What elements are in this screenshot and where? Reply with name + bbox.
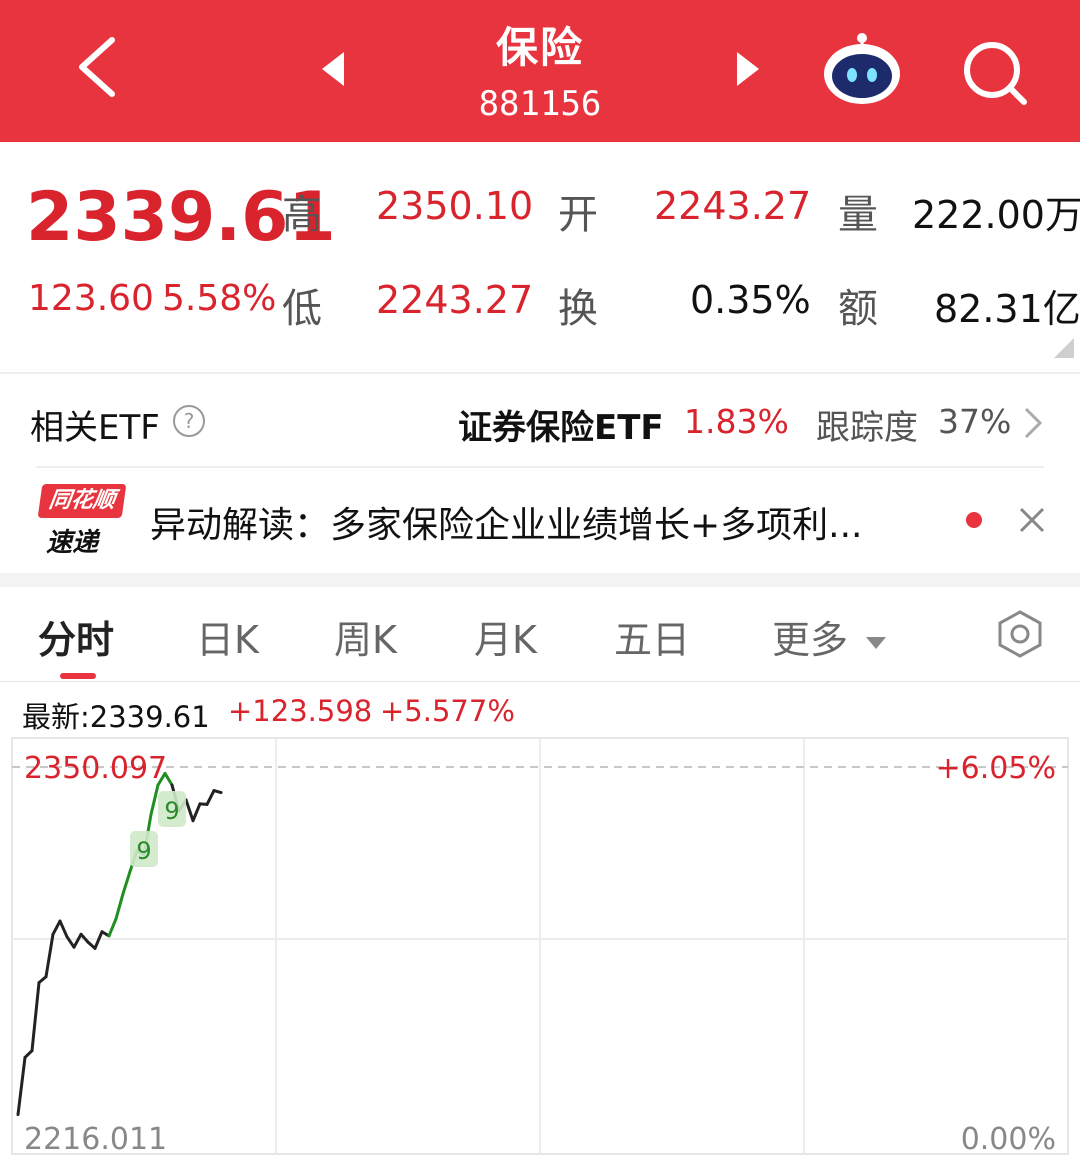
section-gap <box>0 573 1080 587</box>
etf-label: 相关ETF <box>30 408 160 448</box>
hexagon-settings-icon[interactable] <box>996 609 1044 659</box>
question-circle-icon[interactable]: ? <box>172 404 206 438</box>
volume-value: 222.00万 <box>912 193 1080 237</box>
expand-corner-icon[interactable] <box>1054 338 1074 358</box>
tab-intraday[interactable]: 分时 <box>38 609 114 664</box>
chevron-right-icon[interactable] <box>1022 406 1044 440</box>
price-line-segment <box>51 919 62 936</box>
latest-label: 最新:2339.61 <box>22 700 210 734</box>
tab-daily-k[interactable]: 日K <box>196 609 259 664</box>
price-line-segment <box>149 783 160 817</box>
intraday-chart[interactable]: 99 2350.097 +6.05% 2216.011 0.00% <box>0 734 1080 1159</box>
turnover-label: 换 <box>558 286 598 332</box>
svg-text:?: ? <box>184 409 195 433</box>
latest-change: +123.598 <box>228 694 373 728</box>
price-line-segment <box>191 802 202 823</box>
chart-tabs: 分时 日K 周K 月K 五日 更多 <box>0 587 1080 682</box>
marker-label: 9 <box>164 797 179 825</box>
top-nav-bar: 保险 881156 <box>0 0 1080 142</box>
etf-name: 证券保险ETF <box>458 408 664 448</box>
price-line-segment <box>107 917 118 938</box>
price-line-segment <box>44 932 55 979</box>
related-etf-row[interactable]: 相关ETF ? 证券保险ETF 1.83% 跟踪度 37% <box>0 372 1080 468</box>
price-line-segment <box>93 930 104 950</box>
y-top-label: 2350.097 <box>24 751 167 786</box>
stock-code: 881156 <box>478 84 602 124</box>
marker-label: 9 <box>136 837 151 865</box>
close-icon[interactable] <box>1018 506 1046 534</box>
low-label: 低 <box>282 286 322 332</box>
ths-logo-text: 同花顺 <box>47 488 117 513</box>
price-line-segment <box>205 789 216 806</box>
y-bottom-label: 2216.011 <box>24 1122 167 1157</box>
dropdown-triangle-icon <box>866 636 887 649</box>
price-change: 123.60 <box>28 278 154 319</box>
price-line-segment <box>184 798 195 823</box>
tab-weekly-k[interactable]: 周K <box>334 609 397 664</box>
price-line-segment <box>58 919 69 939</box>
tab-five-day[interactable]: 五日 <box>614 609 690 664</box>
high-label: 高 <box>282 192 322 238</box>
right-top-label: +6.05% <box>936 751 1056 786</box>
high-value: 2350.10 <box>376 184 534 228</box>
price-line-segment <box>72 932 83 949</box>
latest-quote-line: 最新:2339.61 +123.598 +5.577% <box>0 690 1080 734</box>
search-icon[interactable] <box>960 38 1030 108</box>
etf-pct: 1.83% <box>684 402 789 441</box>
unread-dot <box>966 512 982 528</box>
track-value: 37% <box>938 402 1012 441</box>
amount-value: 82.31亿 <box>934 287 1080 331</box>
divider <box>36 466 1044 468</box>
ths-logo-subtext: 速递 <box>46 528 99 558</box>
volume-label: 量 <box>838 192 878 238</box>
quote-panel: 2339.61 123.60 5.58% 高 2350.10 低 2243.27… <box>0 142 1080 372</box>
robot-assistant-icon[interactable] <box>822 30 902 106</box>
open-value: 2243.27 <box>654 184 812 228</box>
low-value: 2243.27 <box>376 278 534 322</box>
price-line-segment <box>121 870 132 896</box>
price-line-segment <box>30 981 41 1053</box>
marker-layer: 99 <box>130 790 186 867</box>
turnover-value: 0.35% <box>690 278 811 322</box>
price-line-segment <box>114 892 125 921</box>
tab-more-label: 更多 <box>772 618 849 662</box>
track-label: 跟踪度 <box>816 408 918 448</box>
tab-monthly-k[interactable]: 月K <box>474 609 537 664</box>
next-triangle-icon[interactable] <box>733 50 763 88</box>
news-banner[interactable]: 同花顺 速递 异动解读：多家保险企业业绩增长+多项利... <box>0 470 1080 570</box>
page-title: 保险 <box>495 23 584 72</box>
price-line-segment <box>16 1055 27 1117</box>
open-label: 开 <box>558 192 598 238</box>
active-tab-indicator <box>60 673 96 679</box>
news-text[interactable]: 异动解读：多家保险企业业绩增长+多项利... <box>150 496 958 548</box>
latest-change-pct: +5.577% <box>380 694 515 728</box>
ths-logo-badge: 同花顺 <box>37 484 127 518</box>
chart-svg: 99 2350.097 +6.05% 2216.011 0.00% <box>11 737 1069 1157</box>
price-change-pct: 5.58% <box>162 278 277 319</box>
tab-more[interactable]: 更多 <box>772 609 888 664</box>
price-line-segment <box>212 789 223 795</box>
right-bottom-label: 0.00% <box>961 1122 1056 1157</box>
price-line-layer <box>16 771 223 1117</box>
amount-label: 额 <box>838 286 878 332</box>
